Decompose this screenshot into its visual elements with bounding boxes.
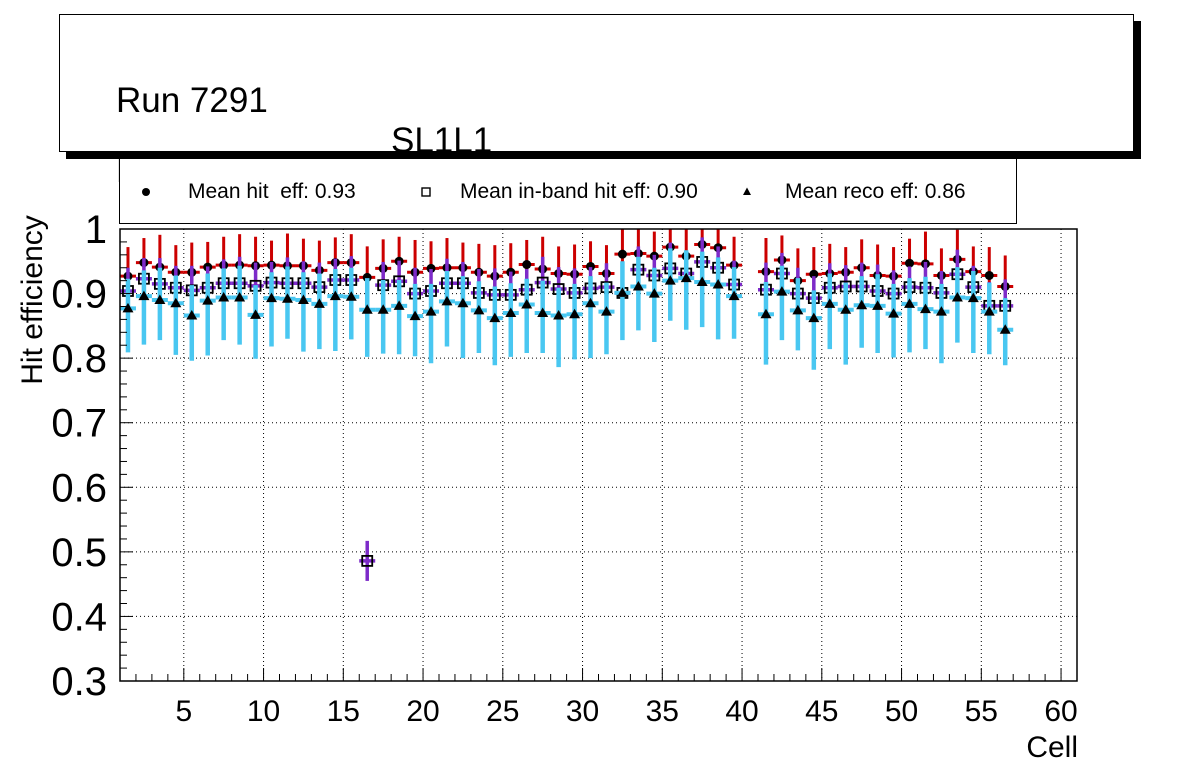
- y-tick-label: 0.7: [51, 402, 107, 446]
- x-tick-label: 5: [175, 695, 192, 728]
- title-line-1: Run 7291 SL1L1: [60, 41, 1133, 160]
- legend-label-hit-eff: Mean hit eff: 0.93: [188, 180, 356, 203]
- x-axis-title: Cell: [1026, 731, 1078, 764]
- title-line-2: HV = 1900 V, FEth = 30 mV, Source OFF: [60, 111, 1133, 190]
- filled-circle-icon: [142, 188, 150, 196]
- open-square-icon: [421, 187, 431, 197]
- y-tick-label: 0.9: [51, 273, 107, 317]
- x-tick-label: 50: [885, 695, 918, 728]
- x-tick-label: 25: [486, 695, 519, 728]
- x-tick-label: 60: [1044, 695, 1077, 728]
- title-pave: Run 7291 SL1L1 HV = 1900 V, FEth = 30 mV…: [59, 14, 1134, 190]
- x-tick-label: 20: [406, 695, 439, 728]
- legend-label-reco-eff: Mean reco eff: 0.86: [785, 180, 966, 203]
- x-tick-label: 40: [725, 695, 758, 728]
- x-axis: 5 10 15 20 25 30 35 40 45 50 55 60: [135, 668, 1078, 728]
- y-tick-label: 0.4: [51, 595, 107, 639]
- x-tick-label: 35: [646, 695, 679, 728]
- y-tick-label: 0.5: [51, 531, 107, 575]
- legend-entry-reco-eff: Mean reco eff: 0.86: [738, 159, 1018, 225]
- legend-entry-hit-eff: Mean hit eff: 0.93: [120, 159, 418, 225]
- legend-entry-inband-hit-eff: Mean in-band hit eff: 0.90: [418, 159, 738, 225]
- x-tick-label: 45: [805, 695, 838, 728]
- filled-triangle-icon: [743, 187, 751, 195]
- y-tick-label: 0.3: [51, 660, 107, 704]
- root-canvas: 5 10 15 20 25 30 35 40 45 50 55 60 0.3 0.4 0.5 0.6 0.7 0.…: [0, 0, 1196, 772]
- y-axis-title: Hit efficiency: [16, 215, 49, 385]
- y-tick-label: 0.8: [51, 337, 107, 381]
- y-tick-label: 0.6: [51, 466, 107, 510]
- legend-label-inband-hit-eff: Mean in-band hit eff: 0.90: [460, 180, 698, 203]
- x-tick-label: 30: [566, 695, 599, 728]
- x-tick-label: 15: [327, 695, 360, 728]
- legend: Mean hit eff: 0.93 Mean in-band hit eff:…: [119, 158, 1017, 224]
- y-axis: 0.30.40.50.60.70.80.91: [51, 208, 133, 704]
- x-tick-label: 10: [247, 695, 280, 728]
- x-tick-label: 55: [965, 695, 998, 728]
